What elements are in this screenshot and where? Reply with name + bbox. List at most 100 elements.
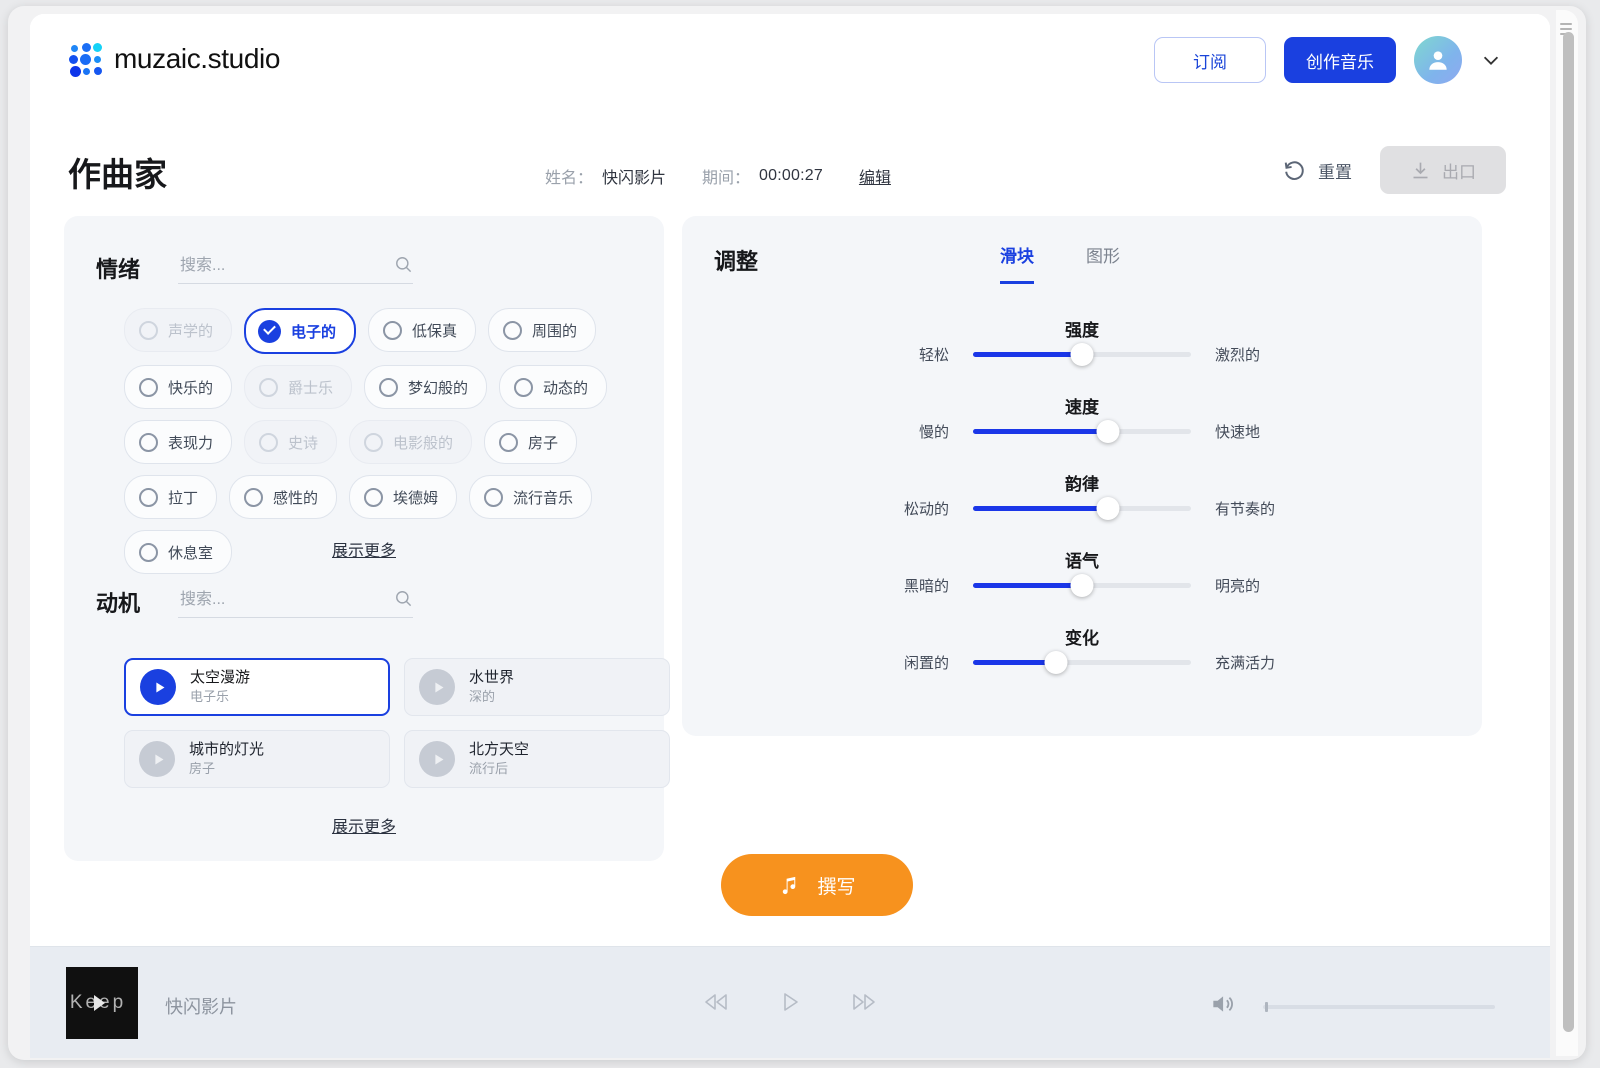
download-icon bbox=[1410, 160, 1431, 181]
slider-thumb[interactable] bbox=[1097, 497, 1120, 520]
motivation-search-input[interactable] bbox=[178, 590, 372, 610]
compose-button[interactable]: 撰写 bbox=[721, 854, 913, 916]
slider-track[interactable] bbox=[973, 352, 1191, 357]
slider-name: 语气 bbox=[682, 547, 1482, 572]
brand-name: muzaic.studio bbox=[114, 43, 280, 75]
browser-viewport: muzaic.studio 订阅 创作音乐 作曲家 姓名： 快闪影片 bbox=[8, 6, 1586, 1060]
mood-search[interactable] bbox=[178, 256, 413, 284]
mood-chip-label: 拉丁 bbox=[168, 487, 198, 508]
mood-chip[interactable]: 感性的 bbox=[229, 475, 337, 519]
radio-icon bbox=[139, 321, 158, 340]
radio-icon bbox=[244, 488, 263, 507]
adjust-tabs: 滑块 图形 bbox=[1000, 242, 1120, 284]
slider-fill bbox=[973, 506, 1108, 511]
radio-icon bbox=[484, 488, 503, 507]
mood-show-more[interactable]: 展示更多 bbox=[64, 537, 664, 561]
avatar[interactable] bbox=[1414, 36, 1462, 84]
mood-chip[interactable]: 房子 bbox=[484, 420, 577, 464]
play-icon[interactable] bbox=[139, 741, 175, 777]
mood-chip[interactable]: 梦幻般的 bbox=[364, 365, 487, 409]
mood-chip-label: 表现力 bbox=[168, 432, 213, 453]
motivation-card[interactable]: 城市的灯光房子 bbox=[124, 730, 390, 788]
motivation-card-subtitle: 深的 bbox=[469, 689, 495, 704]
create-music-button[interactable]: 创作音乐 bbox=[1284, 37, 1396, 83]
subscribe-button[interactable]: 订阅 bbox=[1154, 37, 1266, 83]
user-avatar-icon bbox=[1425, 47, 1451, 73]
volume-slider-thumb[interactable] bbox=[1265, 1002, 1268, 1012]
slider-track[interactable] bbox=[973, 506, 1191, 511]
motivation-card-title: 水世界 bbox=[469, 669, 514, 686]
radio-icon bbox=[139, 378, 158, 397]
search-icon bbox=[394, 255, 413, 279]
app-page: muzaic.studio 订阅 创作音乐 作曲家 姓名： 快闪影片 bbox=[30, 14, 1550, 1058]
slider-right-label: 明亮的 bbox=[1191, 575, 1482, 596]
motivation-search[interactable] bbox=[178, 590, 413, 618]
slider-track[interactable] bbox=[973, 429, 1191, 434]
chevron-down-icon[interactable] bbox=[1480, 49, 1502, 71]
volume-icon[interactable] bbox=[1209, 991, 1235, 1022]
slider-thumb[interactable] bbox=[1071, 343, 1094, 366]
mood-chip-list: 声学的电子的低保真周围的快乐的爵士乐梦幻般的动态的表现力史诗电影般的房子拉丁感性… bbox=[124, 308, 644, 574]
mood-title: 情绪 bbox=[96, 252, 140, 284]
adjust-tab[interactable]: 滑块 bbox=[1000, 242, 1034, 284]
slider-track[interactable] bbox=[973, 583, 1191, 588]
motivation-card[interactable]: 水世界深的 bbox=[404, 658, 670, 716]
fast-forward-button[interactable] bbox=[849, 987, 879, 1017]
edit-link[interactable]: 编辑 bbox=[859, 164, 891, 188]
mood-chip[interactable]: 流行音乐 bbox=[469, 475, 592, 519]
slider-name: 速度 bbox=[682, 393, 1482, 418]
dot-grid-logo-icon bbox=[68, 42, 102, 76]
player-bar: Keep 快闪影片 bbox=[30, 946, 1550, 1058]
motivation-card-subtitle: 电子乐 bbox=[190, 689, 229, 704]
slider-list: 强度轻松激烈的速度慢的快速地韵律松动的有节奏的语气黑暗的明亮的变化闲置的充满活力 bbox=[682, 308, 1482, 693]
motivation-show-more[interactable]: 展示更多 bbox=[64, 813, 664, 837]
radio-icon bbox=[364, 488, 383, 507]
slider-name: 韵律 bbox=[682, 470, 1482, 495]
motivation-card[interactable]: 北方天空流行后 bbox=[404, 730, 670, 788]
radio-icon bbox=[514, 378, 533, 397]
mood-chip: 声学的 bbox=[124, 308, 232, 352]
slider-thumb[interactable] bbox=[1097, 420, 1120, 443]
mood-chip[interactable]: 埃德姆 bbox=[349, 475, 457, 519]
slider-fill bbox=[973, 583, 1082, 588]
slider-thumb[interactable] bbox=[1044, 651, 1067, 674]
slider-left-label: 松动的 bbox=[682, 498, 973, 519]
slider-left-label: 轻松 bbox=[682, 344, 973, 365]
page-scrollbar-thumb[interactable] bbox=[1563, 32, 1574, 1032]
play-icon[interactable] bbox=[419, 741, 455, 777]
rewind-button[interactable] bbox=[701, 987, 731, 1017]
mood-chip[interactable]: 表现力 bbox=[124, 420, 232, 464]
reset-label: 重置 bbox=[1318, 158, 1352, 183]
rewind-icon bbox=[703, 992, 729, 1012]
mood-chip[interactable]: 快乐的 bbox=[124, 365, 232, 409]
page-title: 作曲家 bbox=[68, 148, 167, 196]
play-button[interactable] bbox=[775, 987, 805, 1017]
slider-track[interactable] bbox=[973, 660, 1191, 665]
mood-chip[interactable]: 电子的 bbox=[244, 308, 356, 354]
mood-chip[interactable]: 低保真 bbox=[368, 308, 476, 352]
mood-chip: 电影般的 bbox=[349, 420, 472, 464]
play-icon[interactable] bbox=[419, 669, 455, 705]
volume-slider[interactable] bbox=[1263, 1005, 1495, 1009]
radio-icon bbox=[383, 321, 402, 340]
slider-thumb[interactable] bbox=[1071, 574, 1094, 597]
mood-chip-label: 周围的 bbox=[532, 320, 577, 341]
adjust-tab[interactable]: 图形 bbox=[1086, 242, 1120, 284]
mood-chip[interactable]: 动态的 bbox=[499, 365, 607, 409]
motivation-header: 动机 bbox=[96, 586, 413, 618]
radio-icon bbox=[364, 433, 383, 452]
compose-label: 撰写 bbox=[817, 872, 855, 899]
mood-chip-label: 房子 bbox=[528, 432, 558, 453]
motivation-card[interactable]: 太空漫游电子乐 bbox=[124, 658, 390, 716]
play-icon[interactable] bbox=[140, 669, 176, 705]
reset-button[interactable]: 重置 bbox=[1282, 158, 1352, 183]
brand[interactable]: muzaic.studio bbox=[68, 42, 280, 76]
title-actions: 重置 出口 bbox=[1282, 146, 1506, 194]
export-button[interactable]: 出口 bbox=[1380, 146, 1506, 194]
radio-icon bbox=[503, 321, 522, 340]
name-value: 快闪影片 bbox=[602, 164, 666, 188]
mood-search-input[interactable] bbox=[178, 256, 372, 276]
slider-name: 强度 bbox=[682, 316, 1482, 341]
mood-chip[interactable]: 拉丁 bbox=[124, 475, 217, 519]
mood-chip[interactable]: 周围的 bbox=[488, 308, 596, 352]
